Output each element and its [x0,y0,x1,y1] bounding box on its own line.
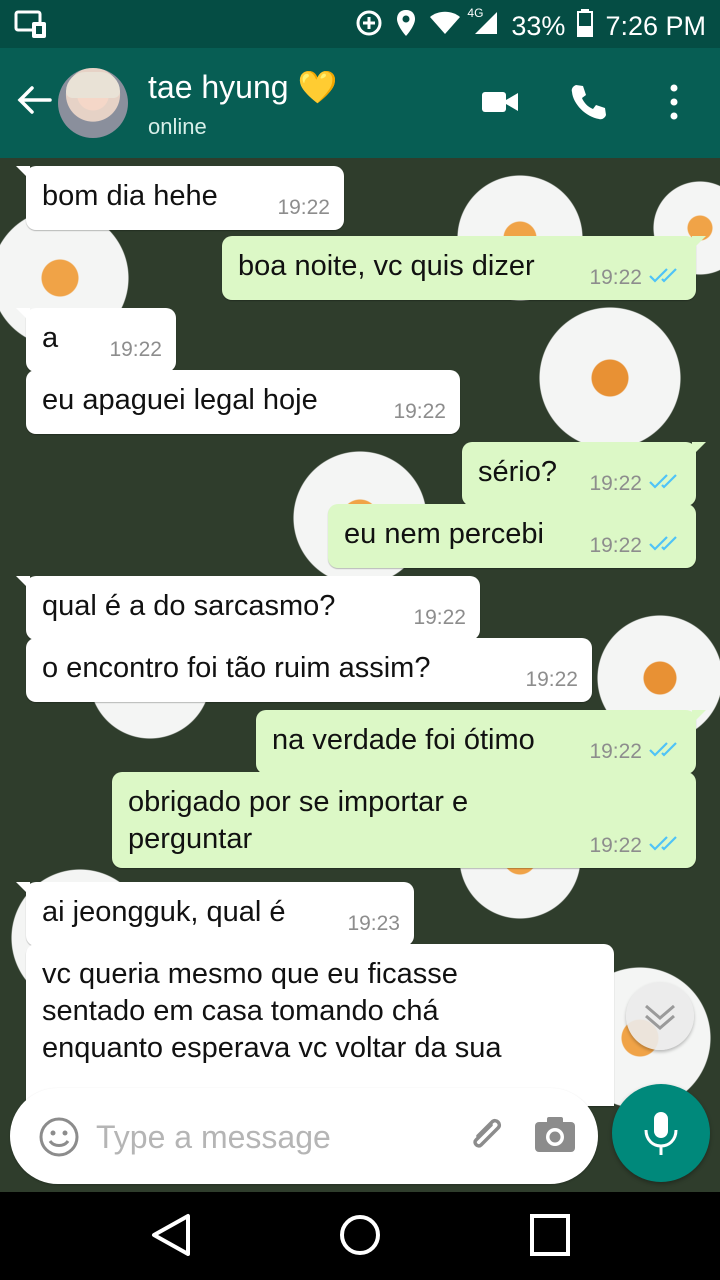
message-incoming[interactable]: a 19:22 [16,308,176,372]
status-bar: 4G 33% 7:26 PM [0,0,720,48]
system-nav-bar [0,1192,720,1280]
battery-percent: 33% [511,11,566,41]
message-incoming[interactable]: qual é a do sarcasmo? 19:22 [16,576,480,640]
message-incoming[interactable]: vc queria mesmo que eu ficasse sentado e… [26,944,614,1106]
paperclip-icon[interactable] [464,1112,510,1163]
battery-icon [577,9,594,44]
message-outgoing[interactable]: eu nem percebi 19:22 [328,504,696,568]
message-time: 19:22 [589,834,642,858]
message-outgoing[interactable]: obrigado por se importar e perguntar 19:… [112,772,696,868]
scroll-to-bottom-button[interactable] [626,982,694,1050]
message-time: 19:22 [413,606,466,630]
message-outgoing[interactable]: boa noite, vc quis dizer 19:22 [222,236,706,300]
double-check-icon [648,833,682,860]
message-time: 19:22 [277,196,330,220]
double-check-icon [648,739,682,766]
nav-back-icon[interactable] [148,1210,194,1265]
wifi-icon [429,10,461,43]
message-time: 19:22 [589,534,642,558]
heart-emoji: 💛 [297,69,338,105]
contact-status: online [148,114,207,139]
clock: 7:26 PM [605,11,706,41]
message-time: 19:22 [393,400,446,424]
video-call-icon[interactable] [480,82,520,127]
camera-icon[interactable] [532,1112,578,1163]
message-time: 19:22 [589,472,642,496]
location-icon [395,8,417,45]
data-saver-icon [355,9,383,44]
message-time: 19:22 [589,740,642,764]
message-outgoing[interactable]: na verdade foi ótimo 19:22 [256,710,706,774]
message-input[interactable] [94,1108,458,1166]
notification-icon [14,10,50,45]
message-composer [10,1088,598,1184]
avatar[interactable] [58,68,128,138]
emoji-icon[interactable] [38,1116,80,1163]
message-time: 19:22 [109,338,162,362]
contact-name[interactable]: tae hyung 💛 [148,68,337,106]
message-incoming[interactable]: ai jeongguk, qual é 19:23 [16,882,414,946]
voice-record-button[interactable] [612,1084,710,1182]
double-check-icon [648,533,682,560]
message-incoming[interactable]: o encontro foi tão ruim assim? 19:22 [26,638,592,702]
message-time: 19:22 [589,266,642,290]
chat-area[interactable]: bom dia hehe 19:22 boa noite, vc quis di… [0,158,720,1192]
message-incoming[interactable]: bom dia hehe 19:22 [16,166,344,230]
more-vert-icon[interactable] [664,82,684,127]
message-outgoing[interactable]: sério? 19:22 [462,442,706,506]
nav-home-icon[interactable] [336,1210,384,1265]
chevron-down-icon [645,1004,675,1030]
back-arrow-icon[interactable] [16,84,52,121]
message-time: 19:23 [347,912,400,936]
nav-recents-icon[interactable] [526,1210,574,1265]
message-incoming[interactable]: eu apaguei legal hoje 19:22 [26,370,460,434]
signal-icon: 4G [467,6,499,43]
message-time: 19:22 [525,668,578,692]
network-type: 4G [467,6,484,20]
microphone-icon [644,1112,678,1155]
double-check-icon [648,471,682,498]
double-check-icon [648,265,682,292]
phone-icon[interactable] [568,82,608,127]
chat-header: tae hyung 💛 online [0,48,720,158]
